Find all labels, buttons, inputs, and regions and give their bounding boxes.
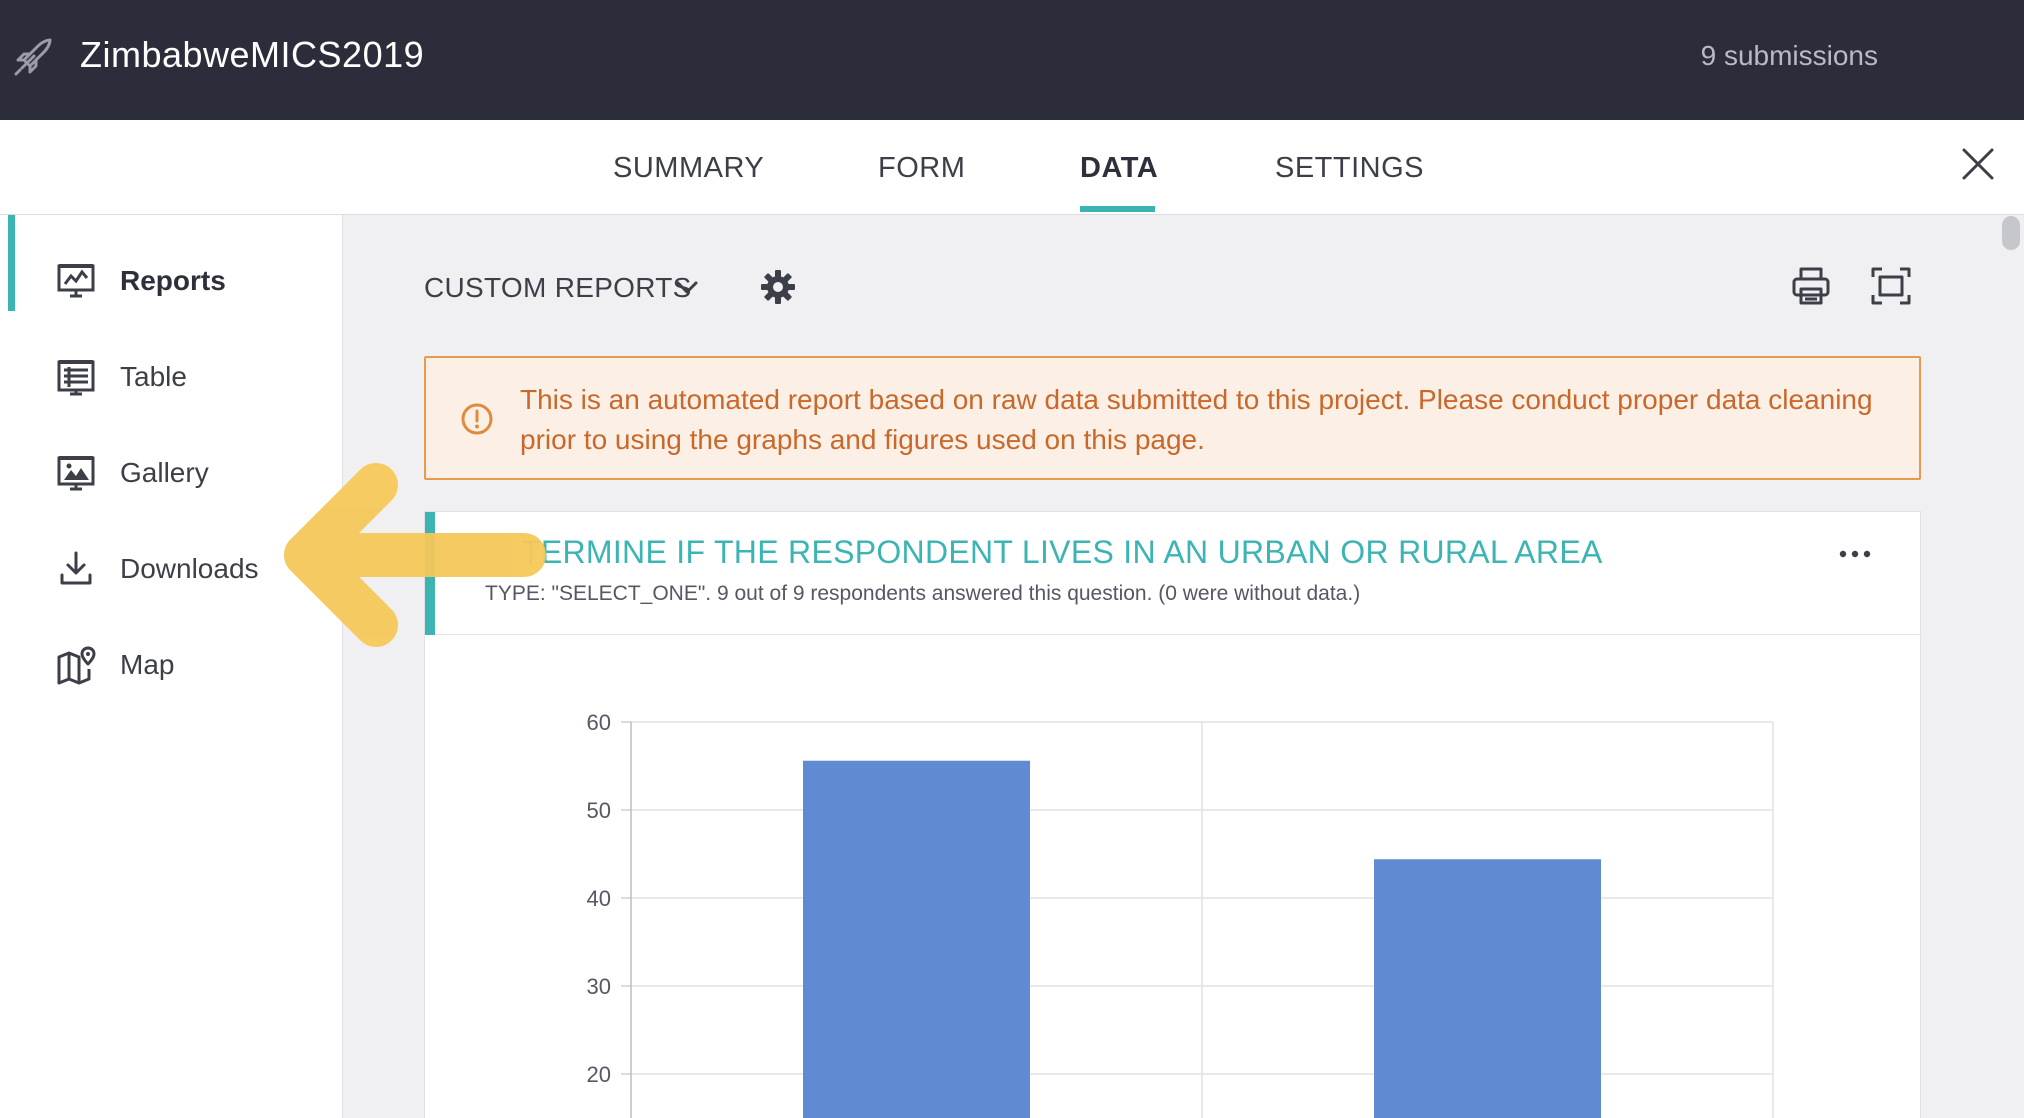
annotation-arrow	[284, 463, 546, 647]
card-header: TERMINE IF THE RESPONDENT LIVES IN AN UR…	[425, 512, 1922, 635]
report-card: TERMINE IF THE RESPONDENT LIVES IN AN UR…	[424, 511, 1922, 1118]
map-icon	[57, 646, 96, 685]
y-tick-label: 60	[587, 710, 611, 735]
sidebar: Reports Table Gallery Downloads Map	[0, 215, 343, 1118]
gallery-icon	[57, 456, 95, 491]
warning-icon	[461, 403, 493, 435]
question-meta: TYPE: "SELECT_ONE". 9 out of 9 responden…	[485, 582, 1361, 605]
tab-settings[interactable]: SETTINGS	[1275, 152, 1424, 185]
submission-count: 9 submissions	[1700, 40, 1878, 71]
question-title: TERMINE IF THE RESPONDENT LIVES IN AN UR…	[521, 534, 1603, 570]
table-icon	[57, 360, 95, 396]
gear-icon[interactable]	[758, 267, 798, 307]
rocket-icon[interactable]	[8, 34, 56, 82]
warning-banner: This is an automated report based on raw…	[424, 356, 1921, 480]
chart-bar	[803, 760, 1030, 1118]
reports-icon	[57, 264, 95, 298]
sidebar-item-label: Map	[120, 649, 175, 680]
tab-form[interactable]: FORM	[878, 152, 965, 185]
y-tick-label: 20	[587, 1062, 611, 1087]
sidebar-item-label: Gallery	[120, 457, 209, 488]
sidebar-item-table[interactable]: Table	[0, 341, 343, 411]
sidebar-item-label: Downloads	[120, 553, 259, 584]
sidebar-item-reports[interactable]: Reports	[0, 245, 343, 315]
warning-text: This is an automated report based on raw…	[520, 384, 1873, 455]
more-options-icon[interactable]	[1835, 542, 1875, 566]
top-bar: ZimbabweMICS2019 9 submissions	[0, 0, 2024, 120]
project-title: ZimbabweMICS2019	[80, 34, 425, 75]
close-icon[interactable]	[1958, 144, 1998, 184]
tab-data[interactable]: DATA	[1080, 152, 1158, 185]
active-tab-indicator	[1080, 206, 1155, 212]
y-tick-label: 40	[587, 886, 611, 911]
sidebar-item-label: Table	[120, 361, 187, 392]
y-tick-label: 50	[587, 798, 611, 823]
tab-bar: SUMMARY FORM DATA SETTINGS	[0, 120, 2024, 215]
download-icon	[60, 551, 92, 585]
print-icon[interactable]	[1790, 265, 1832, 307]
custom-reports-dropdown[interactable]: CUSTOM REPORTS	[424, 272, 692, 304]
fullscreen-icon[interactable]	[1870, 265, 1912, 307]
tab-summary[interactable]: SUMMARY	[613, 152, 764, 185]
sidebar-item-label: Reports	[120, 265, 226, 296]
chevron-down-icon[interactable]	[674, 275, 700, 301]
y-tick-label: 30	[587, 974, 611, 999]
bar-chart: 60 50 40 30 20	[587, 710, 1774, 1118]
chart-bar	[1374, 859, 1601, 1118]
scrollbar-thumb[interactable]	[2002, 216, 2020, 250]
main-content: CUSTOM REPORTS This is an automated repo…	[344, 215, 2004, 1118]
